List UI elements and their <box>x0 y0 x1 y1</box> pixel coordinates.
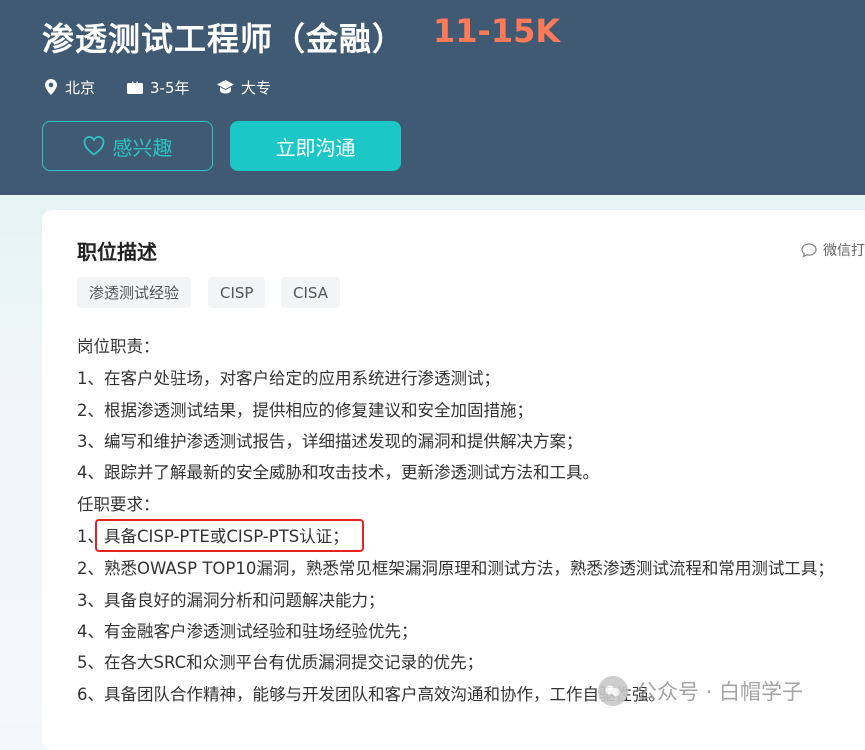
location-info: 北京 <box>44 76 95 98</box>
map-pin-icon <box>45 79 57 95</box>
section-title: 职位描述 <box>77 240 157 264</box>
graduation-cap-icon <box>217 80 234 94</box>
wechat-share-link[interactable]: 微信打 <box>801 240 865 260</box>
description-line: 岗位职责： <box>77 337 160 356</box>
chat-bubble-icon <box>801 242 817 258</box>
watermark-logo-icon <box>598 676 628 706</box>
experience-info: 3-5年 <box>127 76 190 98</box>
description-line: 3、编写和维护渗透测试报告，详细描述发现的漏洞和提供解决方案； <box>77 432 583 451</box>
description-line: 5、在各大SRC和众测平台有优质漏洞提交记录的优先； <box>77 653 484 672</box>
skill-tag[interactable]: CISP <box>208 277 266 308</box>
experience-text: 3-5年 <box>150 78 190 97</box>
job-header: 渗透测试工程师（金融） 11-15K 北京 3-5年 大专 感兴趣 立即沟通 <box>0 0 865 195</box>
description-line: 3、具备良好的漏洞分析和问题解决能力； <box>77 591 385 610</box>
description-line: 2、根据渗透测试结果，提供相应的修复建议和安全加固措施； <box>77 401 533 420</box>
education-text: 大专 <box>241 78 272 97</box>
description-line: 任职要求： <box>77 495 160 514</box>
job-title: 渗透测试工程师（金融） <box>42 20 406 58</box>
skill-tag[interactable]: 渗透测试经验 <box>77 277 192 308</box>
description-line: 4、跟踪并了解最新的安全威胁和攻击技术，更新渗透测试方法和工具。 <box>77 463 599 482</box>
chat-now-button-label: 立即沟通 <box>275 135 356 160</box>
description-line: 1、在客户处驻场，对客户给定的应用系统进行渗透测试； <box>77 369 500 388</box>
chat-now-button[interactable]: 立即沟通 <box>230 121 401 171</box>
location-text: 北京 <box>65 78 96 97</box>
interest-button-label: 感兴趣 <box>112 135 173 160</box>
education-info: 大专 <box>217 76 271 98</box>
description-line: 1、具备CISP-PTE或CISP-PTS认证； <box>77 527 349 546</box>
description-line: 4、有金融客户渗透测试经验和驻场经验优先； <box>77 622 418 641</box>
interest-button[interactable]: 感兴趣 <box>42 121 213 171</box>
wechat-share-label: 微信打 <box>823 243 865 259</box>
heart-icon <box>83 136 104 156</box>
watermark-text: 公众号 · 白帽学子 <box>636 680 804 704</box>
description-line: 6、具备团队合作精神，能够与开发团队和客户高效沟通和协作，工作自驱性强。 <box>77 685 665 704</box>
description-line: 2、熟悉OWASP TOP10漏洞，熟悉常见框架漏洞原理和测试方法，熟悉渗透测试… <box>77 559 834 578</box>
watermark: 公众号 · 白帽学子 <box>598 676 803 706</box>
skill-tag[interactable]: CISA <box>281 277 340 308</box>
salary: 11-15K <box>433 12 561 50</box>
briefcase-icon <box>127 81 143 94</box>
